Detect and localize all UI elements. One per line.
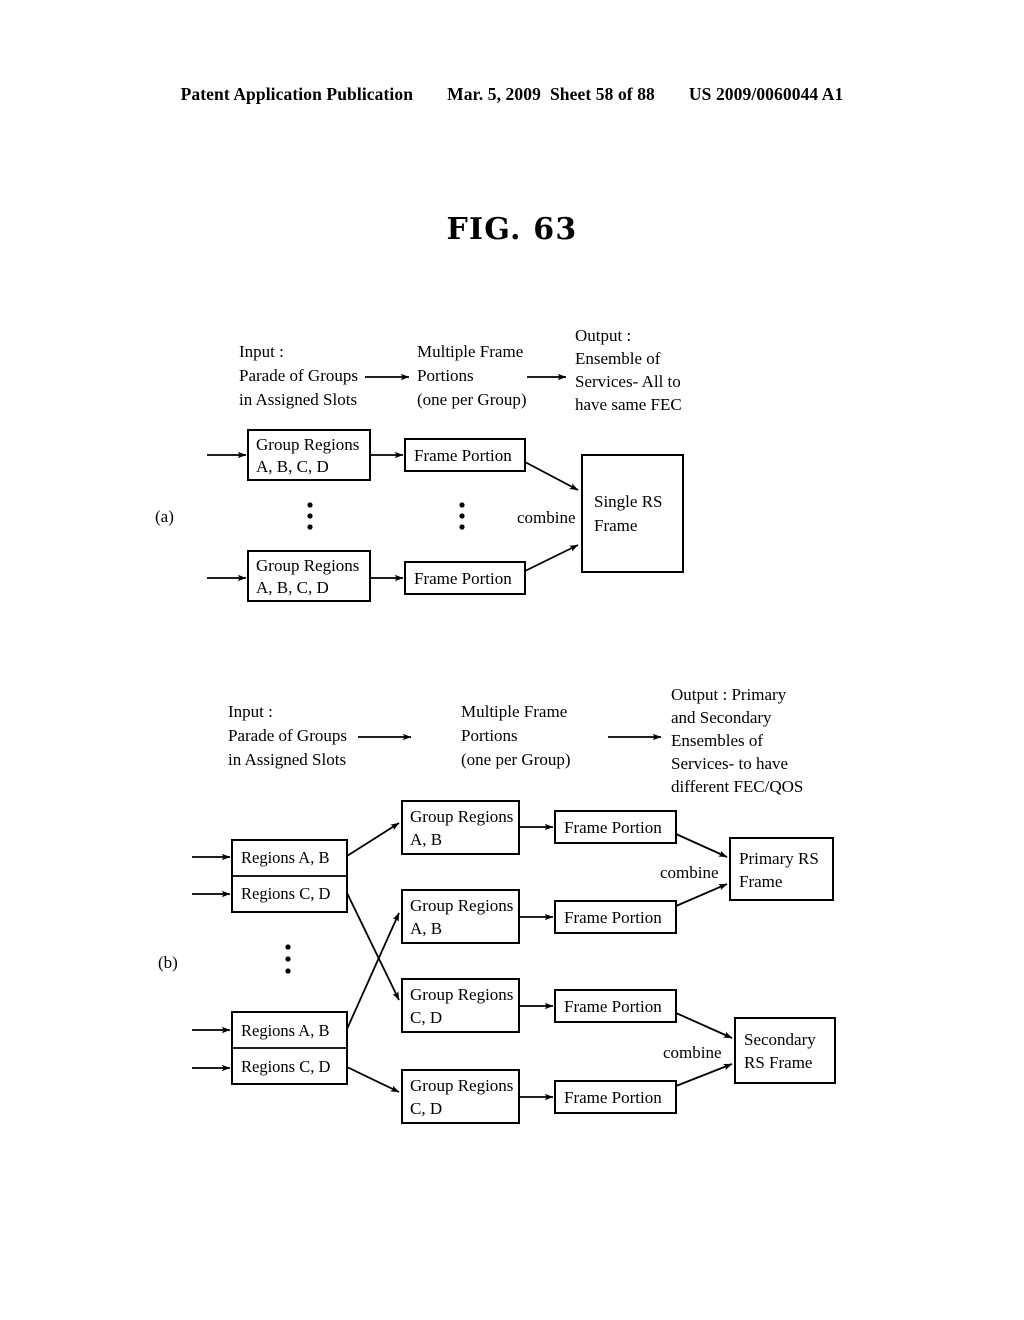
part-b-region-stack-1-row-2: Regions C, D [241,884,330,903]
part-b-combine-label-2: combine [663,1043,722,1062]
part-b-group-box-2-line-2: A, B [410,919,442,938]
part-a-output-box-line-2: Frame [594,516,637,535]
part-b-input-heading: Input : Parade of Groups in Assigned Slo… [228,702,347,769]
part-b-arrow-r1ab-to-group1 [346,822,400,857]
part-a-ellipsis-middle [459,502,465,530]
part-b-combine-label-1: combine [660,863,719,882]
part-b-group-box-1-line-2: A, B [410,830,442,849]
part-a-middle-heading: Multiple Frame Portions (one per Group) [417,342,527,409]
part-b-output-heading: Output : Primary and Secondary Ensembles… [671,685,803,796]
part-b-arrow-frame3-to-secondary [675,1012,733,1039]
part-b-ellipsis-left [285,944,291,974]
part-b-primary-output-line-2: Frame [739,872,782,891]
part-a-input-heading: Input : Parade of Groups in Assigned Slo… [239,342,358,409]
part-b-input-line-1: Input : [228,702,273,721]
part-b-region-stack-2-row-1: Regions A, B [241,1021,329,1040]
part-a-middle-line-3: (one per Group) [417,390,527,409]
part-a-group-box-1-line-1: Group Regions [256,435,359,454]
part-b-arrow-frame2-to-primary [675,883,728,907]
part-b-output-line-2: and Secondary [671,708,772,727]
part-b-output-line-4: Services- to have [671,754,788,773]
part-b-frame-portion-label-4: Frame Portion [564,1088,662,1107]
part-b-output-line-3: Ensembles of [671,731,763,750]
part-a-input-line-3: in Assigned Slots [239,390,357,409]
part-b-output-line-1: Output : Primary [671,685,787,704]
part-b-arrow-r1cd-to-group3 [346,892,400,1001]
part-a-middle-line-1: Multiple Frame [417,342,523,361]
part-a-output-box [581,454,684,573]
part-a-arrow-frame1-to-output [524,461,579,491]
part-a-ellipsis-left [307,502,313,530]
part-b-arrow-frame1-to-primary [675,833,728,858]
part-a-group-box-2-line-2: A, B, C, D [256,578,329,597]
figure-diagram: Input : Parade of Groups in Assigned Slo… [0,0,1024,1320]
part-a-group-box-1-line-2: A, B, C, D [256,457,329,476]
part-a-output-line-4: have same FEC [575,395,682,414]
part-b-region-stack-1-row-1: Regions A, B [241,848,329,867]
part-b-frame-portion-label-3: Frame Portion [564,997,662,1016]
part-b-frame-portion-label-1: Frame Portion [564,818,662,837]
part-a-arrow-frame2-to-output [524,544,579,572]
part-a-input-line-2: Parade of Groups [239,366,358,385]
part-b-secondary-output-line-1: Secondary [744,1030,816,1049]
part-b-frame-portion-label-2: Frame Portion [564,908,662,927]
part-a-group-box-2-line-1: Group Regions [256,556,359,575]
part-a-output-box-line-1: Single RS [594,492,663,511]
part-b-region-stack-2-row-2: Regions C, D [241,1057,330,1076]
part-b-group-box-4-line-1: Group Regions [410,1076,513,1095]
part-a-combine-label: combine [517,508,576,527]
part-a-output-line-3: Services- All to [575,372,681,391]
part-b-arrow-r2cd-to-group4 [346,1066,400,1093]
part-a-label: (a) [155,507,174,526]
part-a-frame-portion-label-1: Frame Portion [414,446,512,465]
part-b-arrow-r2ab-to-group2 [346,912,400,1030]
part-b-group-box-1-line-1: Group Regions [410,807,513,826]
part-b-label: (b) [158,953,178,972]
part-a-output-heading: Output : Ensemble of Services- All to ha… [575,326,682,414]
part-b-input-line-2: Parade of Groups [228,726,347,745]
part-a-input-line-1: Input : [239,342,284,361]
part-a-output-line-1: Output : [575,326,631,345]
part-b-output-line-5: different FEC/QOS [671,777,803,796]
part-a-output-line-2: Ensemble of [575,349,661,368]
part-b-group-box-4-line-2: C, D [410,1099,442,1118]
part-b-group-box-2-line-1: Group Regions [410,896,513,915]
part-b-middle-line-2: Portions [461,726,518,745]
part-b-group-box-3-line-2: C, D [410,1008,442,1027]
part-b-input-line-3: in Assigned Slots [228,750,346,769]
part-a-frame-portion-label-2: Frame Portion [414,569,512,588]
part-b-group-box-3-line-1: Group Regions [410,985,513,1004]
part-b-middle-line-1: Multiple Frame [461,702,567,721]
part-a-middle-line-2: Portions [417,366,474,385]
part-b-middle-heading: Multiple Frame Portions (one per Group) [461,702,571,769]
part-b-middle-line-3: (one per Group) [461,750,571,769]
part-a-group: Input : Parade of Groups in Assigned Slo… [155,326,684,602]
part-b-primary-output-line-1: Primary RS [739,849,819,868]
part-b-arrow-frame4-to-secondary [675,1063,733,1087]
part-b-secondary-output-box [734,1017,836,1084]
part-b-group: Input : Parade of Groups in Assigned Slo… [158,685,836,1124]
part-b-secondary-output-line-2: RS Frame [744,1053,812,1072]
